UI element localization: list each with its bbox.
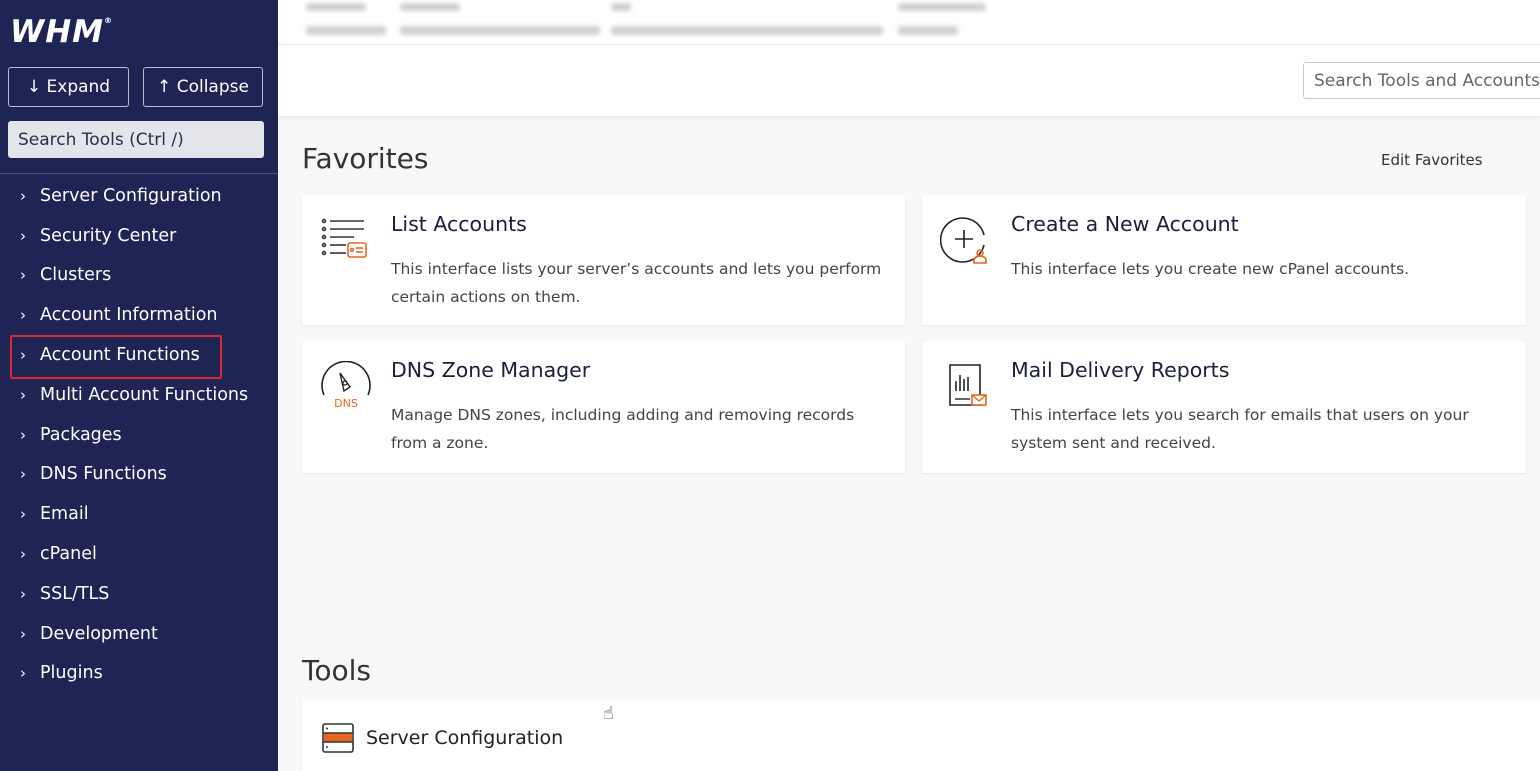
sidebar-item-label: DNS Functions	[40, 464, 167, 485]
sidebar-item-plugins[interactable]: › Plugins	[0, 654, 278, 694]
sidebar: WHM® ↓ Expand ↑ Collapse › Server Configu…	[0, 0, 278, 771]
sidebar-item-cpanel[interactable]: › cPanel	[0, 534, 278, 574]
dns-icon: DNS	[321, 361, 371, 410]
chevron-right-icon: ›	[20, 664, 26, 683]
chevron-right-icon: ›	[20, 226, 26, 245]
sidebar-item-clusters[interactable]: › Clusters	[0, 256, 278, 296]
sidebar-item-development[interactable]: › Development	[0, 614, 278, 654]
chevron-right-icon: ›	[20, 505, 26, 524]
chevron-right-icon: ›	[20, 266, 26, 285]
top-toolbar	[278, 45, 1540, 116]
chevron-right-icon: ›	[20, 306, 26, 325]
sidebar-item-label: Security Center	[40, 225, 177, 246]
server-info-redacted	[611, 26, 883, 35]
sidebar-item-label: Account Information	[40, 305, 218, 326]
expand-collapse-row: ↓ Expand ↑ Collapse	[8, 67, 263, 107]
sidebar-item-security-center[interactable]: › Security Center	[0, 216, 278, 256]
chevron-right-icon: ›	[20, 584, 26, 603]
mail-report-icon	[949, 364, 987, 406]
card-description: This interface lists your server’s accou…	[391, 260, 882, 306]
chevron-right-icon: ›	[20, 425, 26, 444]
card-title: List Accounts	[391, 212, 527, 236]
favorite-card-mail-delivery-reports[interactable]: Mail Delivery Reports This interface let…	[922, 341, 1526, 473]
server-info-redacted	[898, 26, 958, 35]
sidebar-item-label: Multi Account Functions	[40, 384, 249, 405]
hand-pointer-icon: ☝	[603, 703, 614, 724]
sidebar-item-ssl-tls[interactable]: › SSL/TLS	[0, 574, 278, 614]
chevron-right-icon: ›	[20, 624, 26, 643]
sidebar-item-label: Plugins	[40, 663, 103, 684]
server-info-redacted	[611, 3, 631, 11]
sidebar-item-packages[interactable]: › Packages	[0, 415, 278, 455]
whm-logo[interactable]: WHM®	[10, 14, 113, 50]
server-info-redacted	[898, 3, 986, 11]
sidebar-item-label: Clusters	[40, 265, 112, 286]
sidebar-item-account-functions[interactable]: › Account Functions	[0, 335, 278, 379]
sidebar-divider	[0, 173, 278, 174]
favorites-title: Favorites	[302, 142, 429, 175]
sidebar-item-label: Account Functions	[40, 345, 200, 366]
favorite-card-list-accounts[interactable]: List Accounts This interface lists your …	[302, 195, 905, 325]
card-description: Manage DNS zones, including adding and r…	[391, 406, 855, 452]
card-title: Mail Delivery Reports	[1011, 358, 1230, 382]
card-title: Create a New Account	[1011, 212, 1239, 236]
tools-title: Tools	[302, 654, 371, 687]
chevron-right-icon: ›	[20, 465, 26, 484]
chevron-right-icon: ›	[20, 545, 26, 564]
sidebar-item-multi-account-functions[interactable]: › Multi Account Functions	[0, 375, 278, 415]
tool-group-server-configuration[interactable]: Server Configuration	[302, 701, 1540, 771]
sidebar-item-server-configuration[interactable]: › Server Configuration	[0, 176, 278, 216]
sidebar-item-email[interactable]: › Email	[0, 494, 278, 534]
server-info-redacted	[306, 26, 386, 35]
chevron-right-icon: ›	[20, 346, 26, 365]
sidebar-search-input[interactable]	[8, 121, 264, 158]
server-info-redacted	[400, 26, 600, 35]
chevron-right-icon: ›	[20, 385, 26, 404]
favorite-card-create-account[interactable]: Create a New Account This interface lets…	[922, 195, 1526, 325]
sidebar-item-label: Packages	[40, 424, 122, 445]
server-icon	[322, 723, 354, 753]
sidebar-item-label: SSL/TLS	[40, 583, 110, 604]
sidebar-item-label: Development	[40, 623, 158, 644]
sidebar-item-label: cPanel	[40, 544, 97, 565]
collapse-button[interactable]: ↑ Collapse	[143, 67, 263, 107]
favorite-card-dns-zone-manager[interactable]: DNS DNS Zone Manager Manage DNS zones, i…	[302, 341, 905, 473]
chevron-right-icon: ›	[20, 186, 26, 205]
card-description: This interface lets you search for email…	[1011, 406, 1469, 452]
create-account-icon	[940, 217, 987, 264]
tool-group-label: Server Configuration	[366, 727, 564, 749]
list-accounts-icon	[321, 218, 367, 258]
expand-button[interactable]: ↓ Expand	[8, 67, 129, 107]
sidebar-item-label: Server Configuration	[40, 185, 222, 206]
dns-icon-label: DNS	[334, 397, 358, 410]
card-description: This interface lets you create new cPane…	[1011, 260, 1410, 278]
server-info-bar	[278, 0, 1540, 45]
sidebar-nav: › Server Configuration › Security Center ›…	[0, 176, 278, 693]
card-title: DNS Zone Manager	[391, 358, 591, 382]
edit-favorites-link[interactable]: Edit Favorites	[1381, 151, 1483, 169]
sidebar-item-account-information[interactable]: › Account Information	[0, 295, 278, 335]
server-info-redacted	[400, 3, 460, 11]
server-info-redacted	[306, 3, 366, 11]
search-tools-accounts-input[interactable]	[1303, 62, 1540, 99]
sidebar-item-dns-functions[interactable]: › DNS Functions	[0, 455, 278, 495]
sidebar-item-label: Email	[40, 504, 89, 525]
